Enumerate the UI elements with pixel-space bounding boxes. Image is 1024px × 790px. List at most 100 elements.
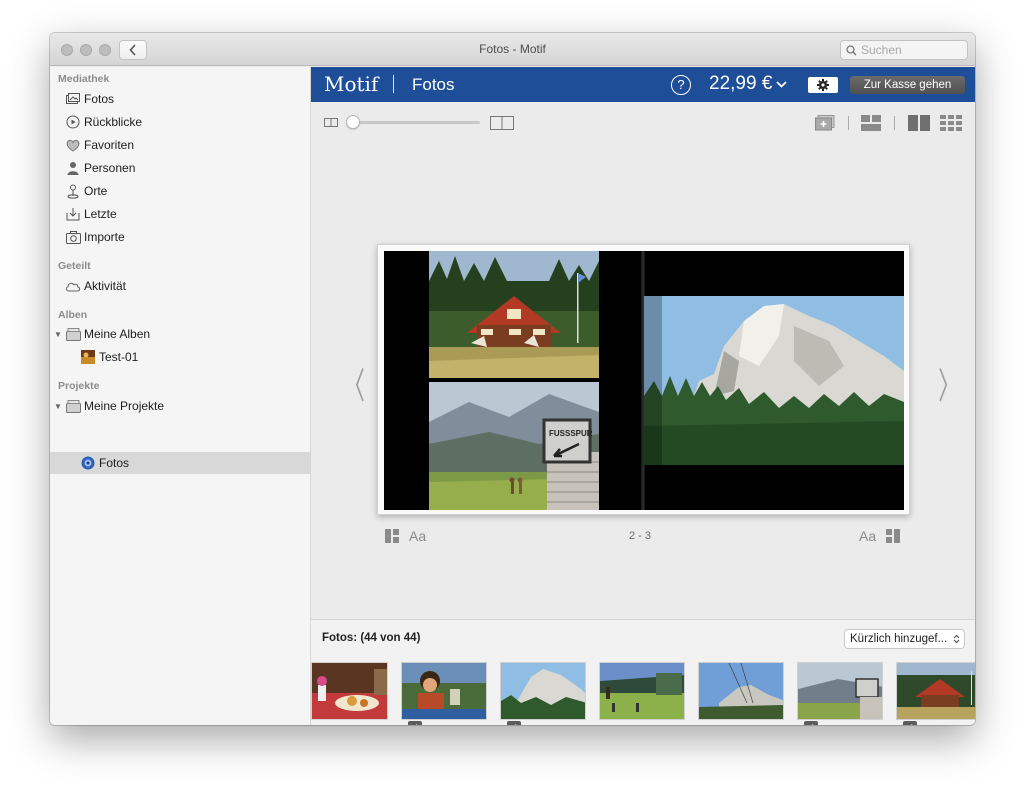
meadow-hikers-image bbox=[600, 663, 684, 719]
checkout-button[interactable]: Zur Kasse gehen bbox=[850, 76, 965, 94]
spread-view-button[interactable] bbox=[908, 115, 930, 136]
photo-thumbnail[interactable] bbox=[797, 662, 883, 720]
add-page-button[interactable] bbox=[815, 115, 835, 131]
left-layout-icon[interactable] bbox=[385, 529, 399, 543]
next-page-button[interactable]: 〉 bbox=[938, 357, 960, 409]
updown-chevron-icon bbox=[953, 634, 960, 644]
brand-logo: Motif bbox=[324, 72, 379, 96]
settings-button[interactable] bbox=[808, 77, 838, 93]
motif-project-icon bbox=[80, 455, 96, 471]
sidebar-item-test-01[interactable]: Test-01 bbox=[50, 346, 310, 368]
photo-thumbnail[interactable] bbox=[896, 662, 975, 720]
folder-icon bbox=[65, 398, 81, 414]
sidebar-item-label: Test-01 bbox=[99, 350, 139, 364]
used-checkmark-icon: ✓ bbox=[903, 721, 917, 725]
sidebar-item-personen[interactable]: Personen bbox=[50, 157, 310, 179]
sort-dropdown[interactable]: Kürzlich hinzugef... bbox=[844, 629, 965, 649]
sidebar-item-meine-projekte[interactable]: ▼ Meine Projekte bbox=[50, 395, 310, 417]
sidebar-item-label: Fotos bbox=[84, 92, 115, 106]
food-table-image bbox=[312, 663, 387, 719]
cloud-icon bbox=[65, 278, 81, 294]
woman-drinking-image bbox=[402, 663, 486, 719]
section-title-geteilt: Geteilt bbox=[58, 260, 91, 272]
svg-text:FUSSSPUR: FUSSSPUR bbox=[549, 429, 593, 438]
chevron-down-icon bbox=[776, 80, 788, 88]
sidebar-item-label: Meine Alben bbox=[84, 327, 151, 341]
sidebar-item-label: Orte bbox=[84, 184, 108, 198]
section-title-projekte: Projekte bbox=[58, 380, 100, 392]
spread-photo-fusspur-sign[interactable]: FUSSSPUR bbox=[429, 382, 599, 510]
sidebar-item-label: Letzte bbox=[84, 207, 117, 221]
used-checkmark-icon: ✓ bbox=[804, 721, 818, 725]
photos-panel: Fotos: (44 von 44) Kürzlich hinzugef... bbox=[311, 619, 975, 725]
layout-button[interactable] bbox=[861, 115, 881, 136]
sidebar-item-label: Favoriten bbox=[84, 138, 135, 152]
book-spread[interactable]: FUSSSPUR bbox=[377, 244, 910, 515]
project-header-bar: Motif Fotos ? 22,99 € Zur Kasse gehen bbox=[311, 67, 975, 102]
sidebar-item-letzte[interactable]: Letzte bbox=[50, 203, 310, 225]
window-title: Fotos - Motif bbox=[479, 42, 546, 56]
heart-icon bbox=[65, 137, 81, 153]
used-checkmark-icon: ✓ bbox=[408, 721, 422, 725]
pin-icon bbox=[65, 183, 81, 199]
price-dropdown[interactable]: 22,99 € bbox=[709, 73, 788, 95]
right-layout-icon[interactable] bbox=[886, 529, 900, 543]
section-title-alben: Alben bbox=[58, 309, 88, 321]
main-area: Motif Fotos ? 22,99 € Zur Kasse gehen 〈 … bbox=[311, 67, 975, 725]
sort-label: Kürzlich hinzugef... bbox=[850, 633, 948, 645]
grid-view-button[interactable] bbox=[940, 115, 962, 136]
fusspur-sign-image bbox=[798, 663, 882, 719]
title-bar: Fotos - Motif bbox=[50, 33, 975, 66]
sidebar-item-aktivitaet[interactable]: Aktivität bbox=[50, 275, 310, 297]
toolbar-divider bbox=[848, 116, 849, 130]
photo-thumbnail[interactable] bbox=[599, 662, 685, 720]
sidebar: Mediathek Fotos Rückblicke Favoriten Per… bbox=[50, 67, 311, 725]
sidebar-item-label: Personen bbox=[84, 161, 136, 175]
grid-view-icon bbox=[940, 115, 962, 131]
photos-icon bbox=[65, 91, 81, 107]
zoom-slider-knob[interactable] bbox=[346, 115, 360, 129]
large-spread-icon bbox=[490, 116, 514, 130]
album-thumb-icon bbox=[80, 349, 96, 365]
price-label: 22,99 € bbox=[709, 73, 773, 94]
sidebar-item-label: Fotos bbox=[99, 456, 130, 470]
section-title-mediathek: Mediathek bbox=[58, 73, 110, 85]
sidebar-item-favoriten[interactable]: Favoriten bbox=[50, 134, 310, 156]
app-window: Fotos - Motif Mediathek Fotos Rückblicke… bbox=[50, 33, 975, 725]
layout-grid-icon bbox=[861, 115, 881, 131]
photo-thumbnail[interactable] bbox=[698, 662, 784, 720]
project-title: Fotos bbox=[412, 75, 455, 94]
left-text-style-button[interactable]: Aa bbox=[409, 528, 426, 544]
memories-icon bbox=[65, 114, 81, 130]
chevron-left-icon: 〈 bbox=[343, 365, 365, 406]
photo-thumbnail[interactable] bbox=[500, 662, 586, 720]
sidebar-item-label: Importe bbox=[84, 230, 125, 244]
photos-count: Fotos: (44 von 44) bbox=[322, 632, 421, 644]
sidebar-item-label: Meine Projekte bbox=[84, 399, 165, 413]
add-page-icon bbox=[815, 115, 835, 131]
gear-icon bbox=[817, 79, 829, 91]
sidebar-item-importe[interactable]: Importe bbox=[50, 226, 310, 248]
search-field[interactable] bbox=[840, 40, 968, 60]
sidebar-item-meine-alben[interactable]: ▼ Meine Alben bbox=[50, 323, 310, 345]
import-tray-icon bbox=[65, 206, 81, 222]
sidebar-item-fotos-project[interactable]: Fotos bbox=[50, 452, 310, 474]
previous-page-button[interactable]: 〈 bbox=[343, 357, 365, 409]
disclosure-triangle-icon[interactable]: ▼ bbox=[53, 402, 63, 411]
sidebar-item-orte[interactable]: Orte bbox=[50, 180, 310, 202]
rock-peak-image bbox=[644, 296, 904, 465]
header-separator bbox=[393, 75, 394, 93]
disclosure-triangle-icon[interactable]: ▼ bbox=[53, 330, 63, 339]
zoom-slider-track[interactable] bbox=[354, 121, 480, 124]
spread-photo-alpine-hut[interactable] bbox=[429, 251, 599, 378]
spread-photo-rock-peak[interactable] bbox=[644, 296, 904, 465]
search-icon bbox=[846, 44, 857, 55]
search-input[interactable] bbox=[861, 43, 961, 57]
photo-thumbnail[interactable] bbox=[311, 662, 388, 720]
help-button[interactable]: ? bbox=[671, 75, 691, 95]
sidebar-item-rueckblicke[interactable]: Rückblicke bbox=[50, 111, 310, 133]
sidebar-item-fotos[interactable]: Fotos bbox=[50, 88, 310, 110]
photo-thumbnail[interactable] bbox=[401, 662, 487, 720]
camera-icon bbox=[65, 229, 81, 245]
right-text-style-button[interactable]: Aa bbox=[859, 528, 876, 544]
